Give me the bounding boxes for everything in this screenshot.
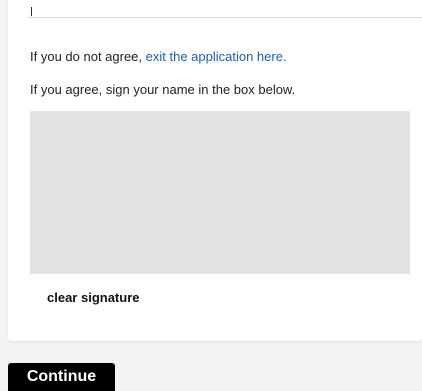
clear-signature-button[interactable]: clear signature — [47, 290, 140, 305]
text-cursor — [31, 7, 32, 16]
top-input-field[interactable] — [28, 0, 422, 18]
disagree-message: If you do not agree, exit the applicatio… — [30, 49, 287, 65]
signature-pad[interactable] — [30, 111, 410, 274]
exit-application-link[interactable]: exit the application here. — [146, 49, 287, 64]
agree-instructions: If you agree, sign your name in the box … — [30, 82, 296, 97]
continue-button[interactable]: Continue — [8, 363, 115, 391]
disagree-text: If you do not agree, — [30, 49, 146, 64]
signature-card: If you do not agree, exit the applicatio… — [8, 0, 422, 341]
